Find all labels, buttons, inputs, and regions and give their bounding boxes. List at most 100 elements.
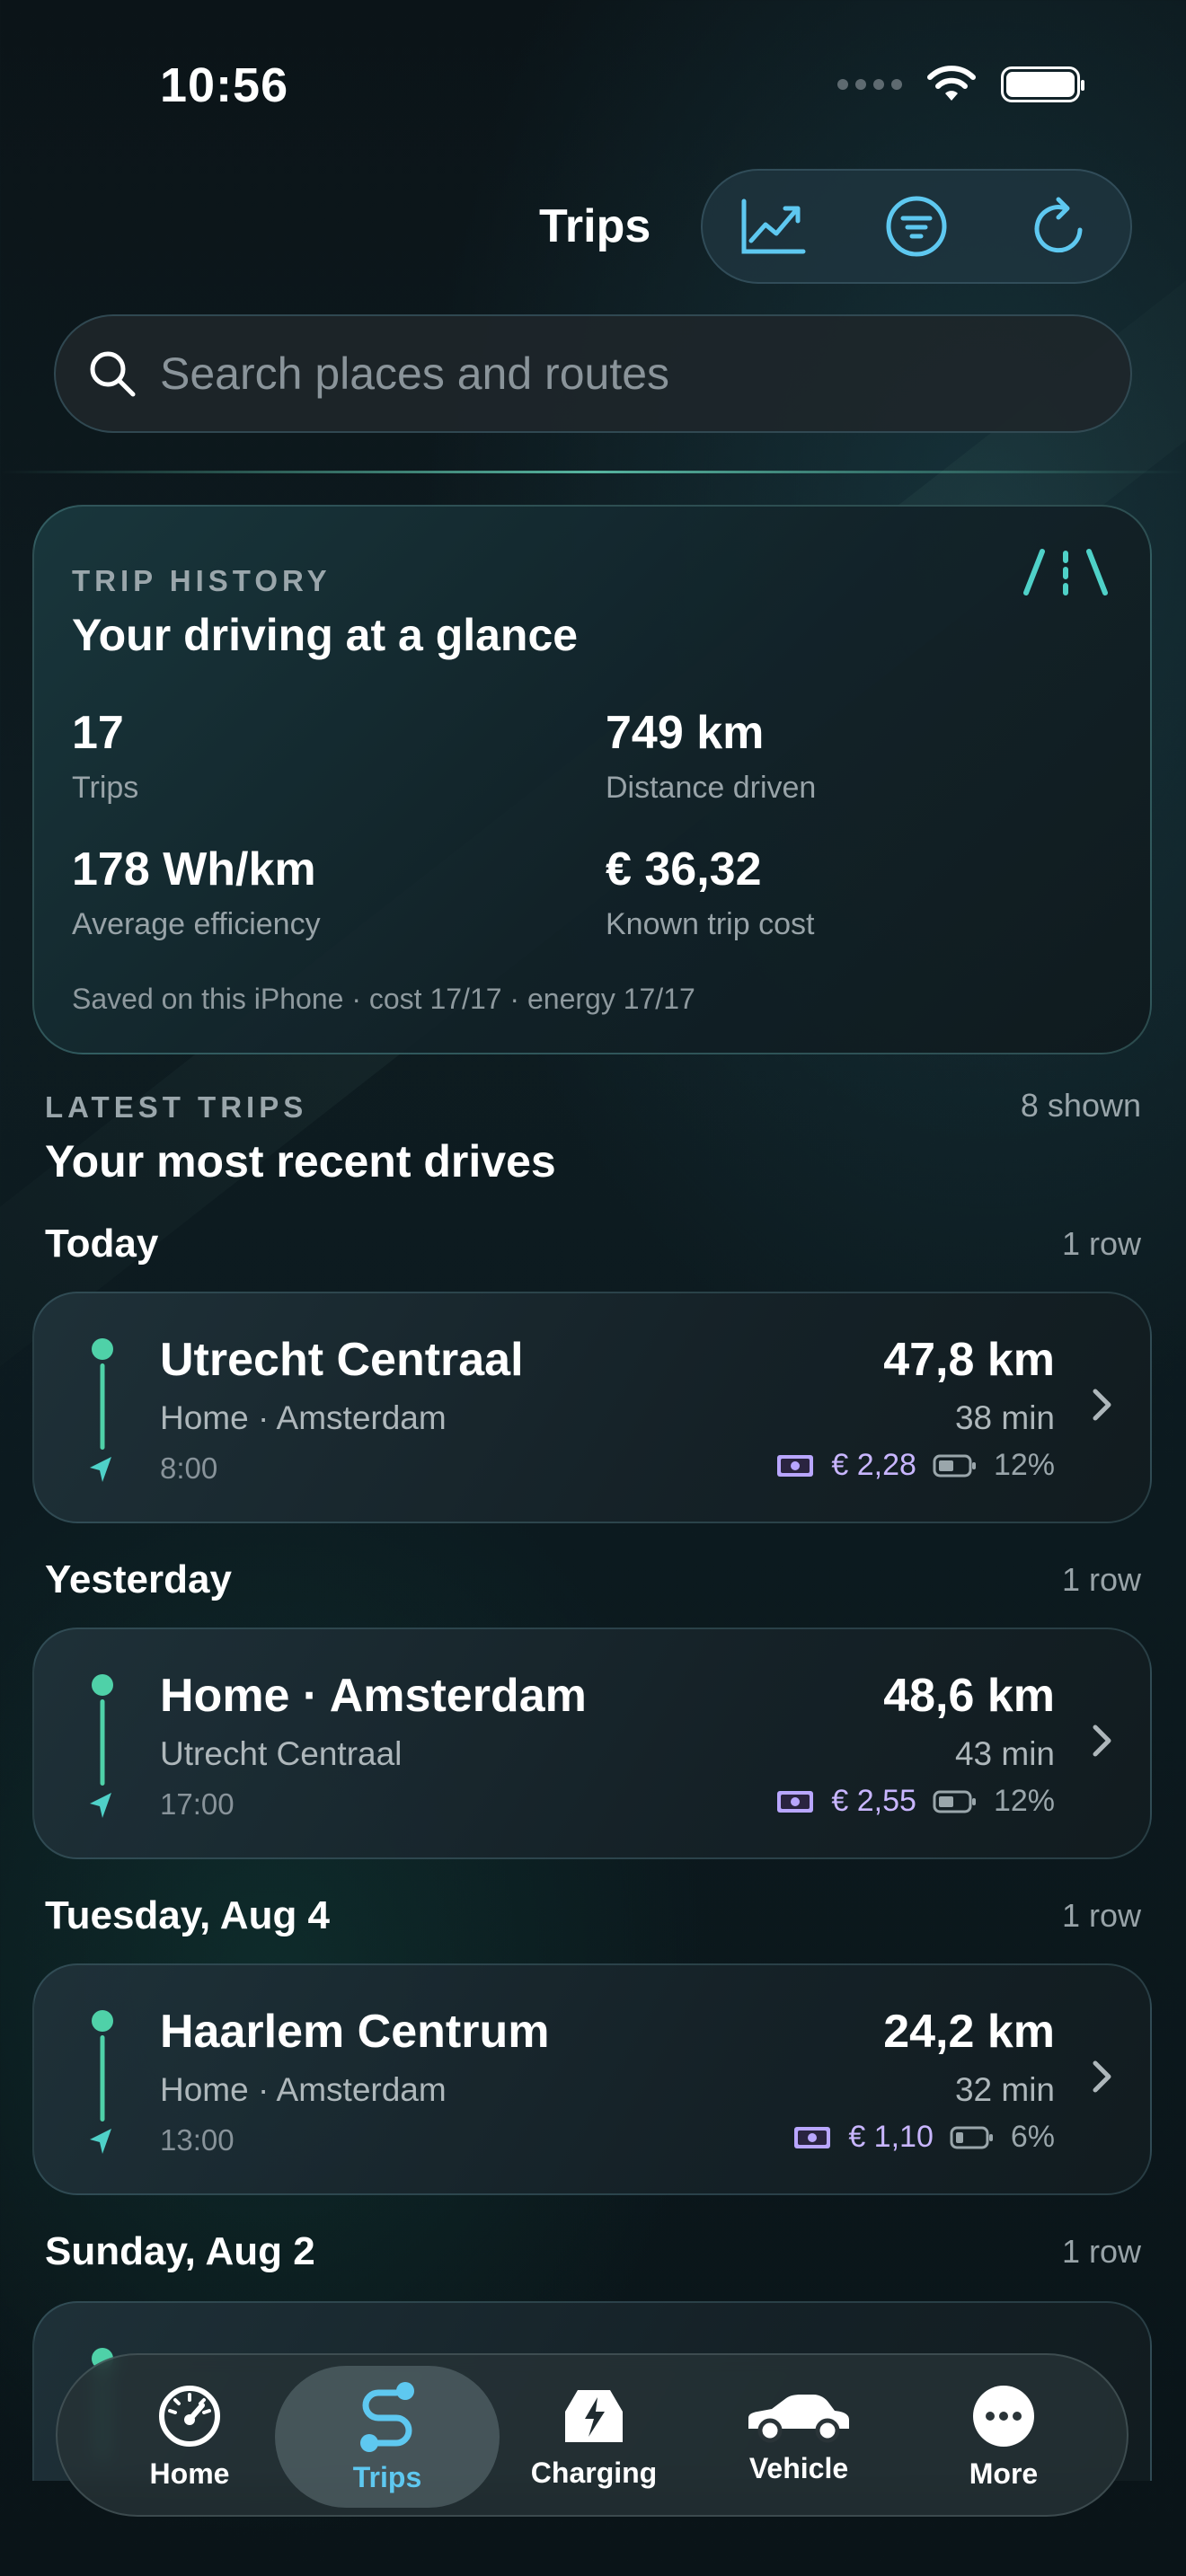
page-title: Trips bbox=[539, 200, 651, 252]
trip-duration: 38 min bbox=[954, 1399, 1055, 1436]
stat-label: Trips bbox=[72, 771, 139, 805]
stat-value: 17 bbox=[72, 707, 124, 759]
battery-small-icon bbox=[950, 2126, 993, 2148]
group-count: 1 row bbox=[1061, 1225, 1141, 1262]
header-actions bbox=[701, 169, 1132, 284]
stat-value: 749 km bbox=[606, 707, 765, 759]
trip-meta: € 2,55 12% bbox=[775, 1784, 1055, 1819]
group-count: 1 row bbox=[1061, 1897, 1141, 1934]
group-count: 1 row bbox=[1061, 2233, 1141, 2270]
tab-more[interactable]: More bbox=[900, 2366, 1107, 2508]
banknote-icon bbox=[794, 2126, 831, 2148]
trip-origin: Home · Amsterdam bbox=[160, 1399, 447, 1436]
trip-meta: € 1,10 6% bbox=[792, 2120, 1055, 2155]
trip-cost: € 2,55 bbox=[831, 1784, 916, 1818]
tab-vehicle[interactable]: Vehicle bbox=[695, 2366, 902, 2508]
trip-origin: Utrecht Centraal bbox=[160, 1735, 403, 1772]
trip-duration: 43 min bbox=[954, 1735, 1055, 1772]
chart-icon bbox=[741, 198, 806, 254]
refresh-button[interactable] bbox=[1019, 186, 1100, 267]
tab-charging[interactable]: Charging bbox=[491, 2366, 697, 2508]
stat-label: Distance driven bbox=[606, 771, 817, 805]
more-icon bbox=[973, 2385, 1034, 2447]
chevron-right-icon bbox=[1093, 1389, 1111, 1421]
tab-label: More bbox=[969, 2457, 1039, 2490]
trip-time: 8:00 bbox=[160, 1451, 218, 1485]
trip-battery: 12% bbox=[993, 1784, 1055, 1818]
search-icon bbox=[90, 351, 136, 397]
charging-icon bbox=[565, 2389, 623, 2442]
stat-label: Average efficiency bbox=[72, 907, 321, 941]
header-divider bbox=[0, 471, 1186, 473]
status-indicators bbox=[837, 65, 1084, 104]
filter-icon bbox=[886, 196, 947, 257]
tab-trips[interactable]: Trips bbox=[275, 2366, 500, 2508]
group-label: Tuesday, Aug 4 bbox=[45, 1893, 331, 1937]
summary-footnote: Saved on this iPhone · cost 17/17 · ener… bbox=[72, 983, 695, 1015]
trip-row[interactable]: Home · Amsterdam Utrecht Centraal 17:00 … bbox=[32, 1628, 1152, 1859]
group-label: Sunday, Aug 2 bbox=[45, 2229, 315, 2273]
chevron-right-icon bbox=[1093, 1725, 1111, 1757]
route-line-icon bbox=[90, 1674, 113, 1818]
route-icon bbox=[360, 2381, 414, 2452]
trip-row[interactable]: Utrecht Centraal Home · Amsterdam 8:00 4… bbox=[32, 1292, 1152, 1523]
banknote-icon bbox=[777, 1454, 814, 1477]
stat-trips: 17 Trips bbox=[72, 706, 138, 806]
brand-logo-icon bbox=[1023, 549, 1108, 595]
banknote-icon bbox=[777, 1790, 814, 1813]
refresh-icon bbox=[1034, 197, 1083, 253]
tab-label: Vehicle bbox=[748, 2451, 849, 2484]
latest-title: Your most recent drives bbox=[45, 1136, 556, 1187]
wifi-icon bbox=[927, 66, 976, 101]
trip-distance: 47,8 km bbox=[883, 1334, 1055, 1386]
speedometer-icon bbox=[159, 2385, 220, 2447]
trip-distance: 48,6 km bbox=[883, 1670, 1055, 1722]
trip-cost: € 2,28 bbox=[831, 1448, 916, 1482]
trip-cost: € 1,10 bbox=[848, 2120, 934, 2154]
chart-button[interactable] bbox=[733, 186, 814, 267]
trip-duration: 32 min bbox=[954, 2071, 1055, 2108]
latest-eyebrow: LATEST TRIPS bbox=[45, 1090, 308, 1124]
trip-history-card: TRIP HISTORY Your driving at a glance 17… bbox=[32, 505, 1152, 1054]
trip-destination: Haarlem Centrum bbox=[160, 2006, 550, 2058]
status-time: 10:56 bbox=[160, 58, 289, 112]
stat-label: Known trip cost bbox=[606, 907, 815, 941]
trip-row[interactable]: Haarlem Centrum Home · Amsterdam 13:00 2… bbox=[32, 1963, 1152, 2195]
trip-time: 17:00 bbox=[160, 1787, 235, 1821]
tab-home[interactable]: Home bbox=[86, 2366, 293, 2508]
battery-small-icon bbox=[933, 1790, 976, 1813]
stat-value: 178 Wh/km bbox=[72, 843, 316, 895]
latest-count: 8 shown bbox=[1020, 1087, 1141, 1124]
trip-destination: Utrecht Centraal bbox=[160, 1334, 524, 1386]
trip-origin: Home · Amsterdam bbox=[160, 2071, 447, 2108]
search-input[interactable] bbox=[160, 348, 1058, 400]
tab-label: Charging bbox=[530, 2456, 658, 2489]
summary-title: Your driving at a glance bbox=[72, 610, 579, 660]
stat-distance: 749 km Distance driven bbox=[606, 706, 816, 806]
bottom-tab-bar: Home Trips Charging Vehicle More bbox=[56, 2353, 1128, 2517]
route-line-icon bbox=[90, 2010, 113, 2154]
car-icon bbox=[748, 2394, 849, 2442]
tab-label: Trips bbox=[352, 2460, 422, 2493]
trip-battery: 12% bbox=[993, 1448, 1055, 1482]
group-count: 1 row bbox=[1061, 1561, 1141, 1598]
battery-icon bbox=[1001, 66, 1084, 102]
tab-label: Home bbox=[149, 2457, 230, 2490]
battery-small-icon bbox=[933, 1454, 976, 1477]
route-line-icon bbox=[90, 1338, 113, 1482]
search-bar[interactable] bbox=[54, 314, 1132, 433]
trip-destination: Home · Amsterdam bbox=[160, 1670, 587, 1722]
trip-battery: 6% bbox=[1010, 2120, 1055, 2154]
cellular-signal-icon bbox=[837, 79, 902, 90]
trip-time: 13:00 bbox=[160, 2123, 235, 2157]
group-label: Yesterday bbox=[45, 1557, 232, 1601]
filter-button[interactable] bbox=[876, 186, 957, 267]
group-label: Today bbox=[45, 1222, 159, 1266]
stat-value: € 36,32 bbox=[606, 843, 762, 895]
trip-meta: € 2,28 12% bbox=[775, 1448, 1055, 1483]
trip-distance: 24,2 km bbox=[883, 2006, 1055, 2058]
summary-eyebrow: TRIP HISTORY bbox=[72, 564, 332, 597]
stat-cost: € 36,32 Known trip cost bbox=[606, 842, 814, 942]
chevron-right-icon bbox=[1093, 2060, 1111, 2093]
stat-efficiency: 178 Wh/km Average efficiency bbox=[72, 842, 321, 942]
